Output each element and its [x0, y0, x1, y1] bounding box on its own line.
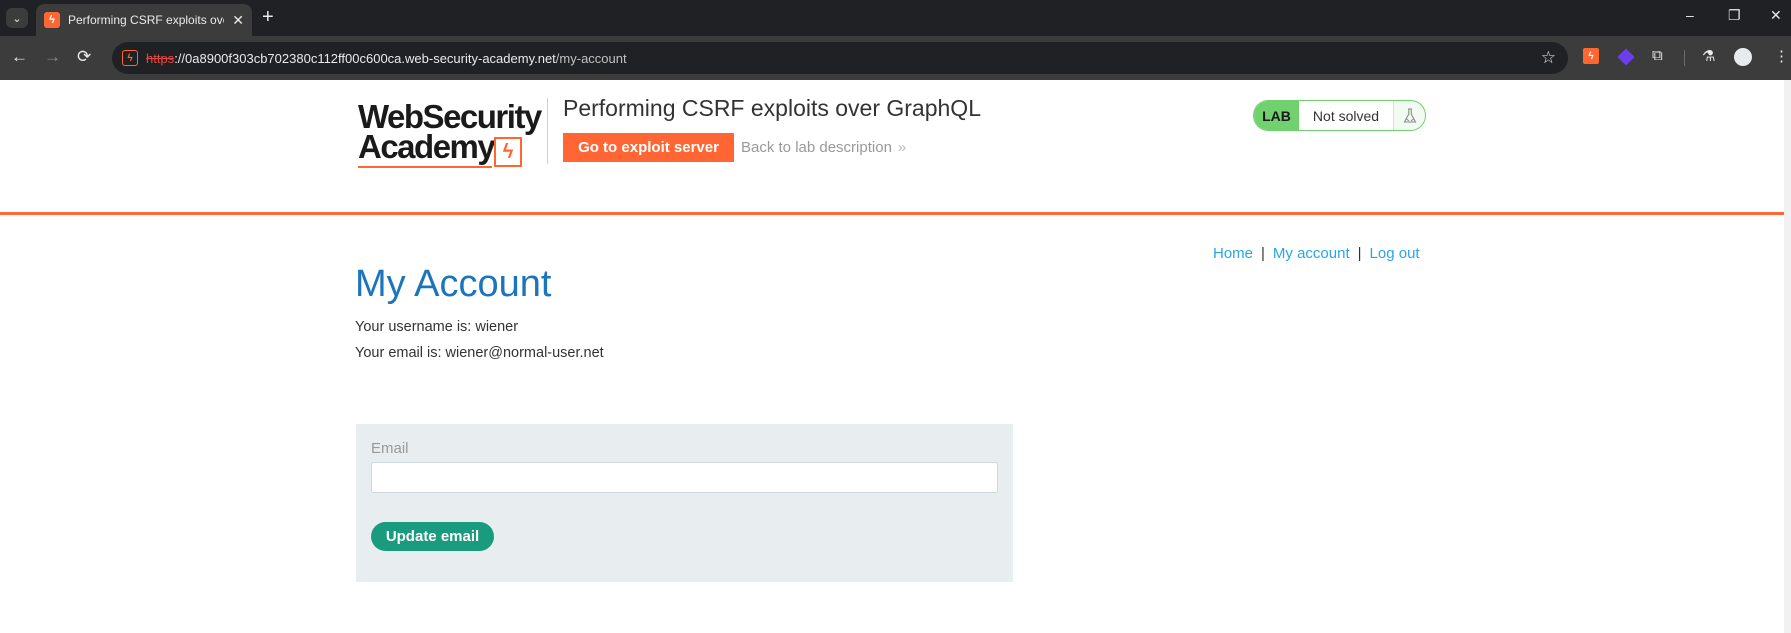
tab-title: Performing CSRF exploits over GraphQL	[68, 13, 224, 27]
purple-extension-icon[interactable]	[1617, 48, 1635, 66]
lab-title: Performing CSRF exploits over GraphQL	[563, 95, 981, 121]
change-email-form: Email Update email	[356, 424, 1013, 582]
nav-log-out-link[interactable]: Log out	[1370, 245, 1420, 262]
nav-home-link[interactable]: Home	[1213, 245, 1253, 262]
toolbar-divider	[1684, 50, 1685, 66]
address-url[interactable]: https://0a8900f303cb702380c112ff00c600ca…	[146, 51, 627, 66]
page-title: My Account	[355, 263, 552, 305]
restore-icon[interactable]: ❐	[1728, 7, 1741, 24]
labs-flask-icon[interactable]: ⚗	[1702, 47, 1715, 65]
account-nav: Home | My account | Log out	[1213, 245, 1420, 262]
email-field[interactable]	[371, 462, 998, 493]
double-chevron-icon: »	[897, 139, 907, 156]
extensions-puzzle-icon[interactable]: ⧉	[1652, 47, 1663, 64]
back-to-lab-description-link[interactable]: Back to lab description »	[741, 139, 906, 156]
logo-text-line2: Academy	[358, 128, 496, 165]
browser-tab-active[interactable]: ϟ Performing CSRF exploits over GraphQL …	[36, 4, 252, 36]
username-text: Your username is: wiener	[355, 319, 519, 335]
page-content: WebSecurity Academy ϟ Performing CSRF ex…	[0, 80, 1791, 633]
logo-underline	[358, 166, 492, 168]
minimize-icon[interactable]: –	[1686, 7, 1694, 23]
nav-separator: |	[1357, 245, 1362, 262]
chevron-down-icon: ⌄	[12, 12, 22, 25]
site-info-icon[interactable]: ϟ	[122, 50, 138, 66]
tab-search-button[interactable]: ⌄	[6, 8, 28, 28]
flask-icon	[1393, 101, 1425, 130]
bookmark-star-icon[interactable]: ☆	[1541, 48, 1556, 68]
burp-favicon-icon: ϟ	[44, 12, 60, 28]
nav-separator: |	[1261, 245, 1265, 262]
lab-header: WebSecurity Academy ϟ Performing CSRF ex…	[0, 80, 1784, 215]
lab-badge: LAB	[1254, 101, 1299, 130]
back-link-label: Back to lab description	[741, 139, 892, 156]
new-tab-icon[interactable]: +	[262, 6, 274, 29]
lightning-bolt-icon: ϟ	[494, 137, 522, 167]
header-divider	[547, 98, 548, 164]
go-to-exploit-server-button[interactable]: Go to exploit server	[563, 133, 734, 162]
address-bar[interactable]: ϟ https://0a8900f303cb702380c112ff00c600…	[112, 42, 1568, 74]
web-security-academy-logo[interactable]: WebSecurity Academy ϟ	[358, 99, 546, 169]
browser-toolbar: ← → ⟳ ϟ https://0a8900f303cb702380c112ff…	[0, 36, 1791, 80]
burp-extension-icon[interactable]: ϟ	[1583, 48, 1599, 64]
browser-tab-strip: ⌄ ϟ Performing CSRF exploits over GraphQ…	[0, 0, 1791, 36]
url-host: ://0a8900f303cb702380c112ff00c600ca.web-…	[174, 51, 556, 66]
url-scheme: https	[146, 51, 175, 66]
window-close-icon[interactable]: ✕	[1770, 7, 1782, 24]
nav-my-account-link[interactable]: My account	[1273, 245, 1350, 262]
tab-close-icon[interactable]: ✕	[232, 12, 244, 29]
browser-menu-icon[interactable]: ⋮	[1774, 47, 1789, 65]
email-text: Your email is: wiener@normal-user.net	[355, 345, 604, 361]
profile-avatar-icon[interactable]	[1734, 48, 1752, 66]
update-email-button[interactable]: Update email	[371, 522, 494, 551]
lab-status-text: Not solved	[1299, 101, 1393, 130]
email-field-label: Email	[371, 440, 409, 457]
reload-icon[interactable]: ⟳	[77, 47, 91, 67]
forward-arrow-icon[interactable]: →	[44, 47, 61, 67]
url-path: /my-account	[555, 51, 627, 66]
lab-status-widget: LAB Not solved	[1253, 100, 1426, 131]
back-arrow-icon[interactable]: ←	[11, 47, 28, 67]
page-scrollbar[interactable]	[1784, 80, 1791, 633]
